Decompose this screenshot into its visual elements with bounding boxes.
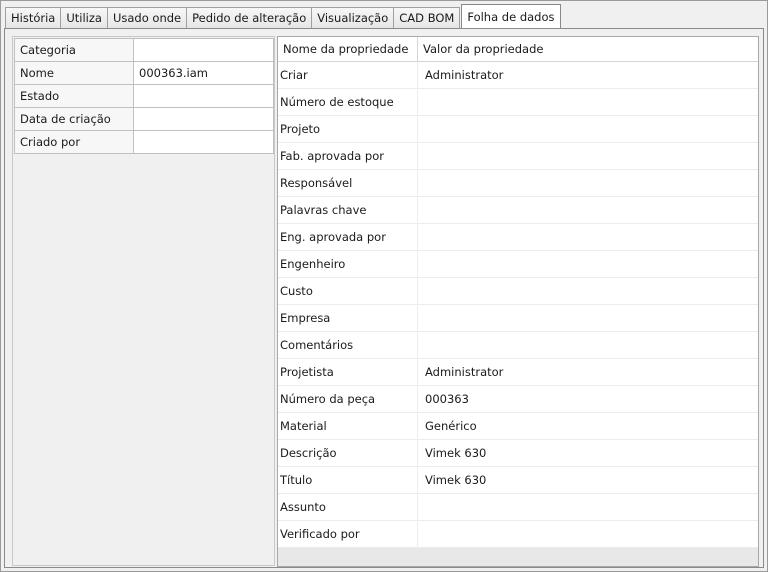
- tab-folha-de-dados[interactable]: Folha de dados: [461, 4, 561, 28]
- tab-bar: História Utiliza Usado onde Pedido de al…: [5, 4, 561, 28]
- property-value[interactable]: 000363: [418, 386, 758, 412]
- summary-key: Nome: [14, 61, 134, 85]
- property-value[interactable]: [418, 170, 758, 196]
- property-row[interactable]: Projetista Administrator: [278, 359, 758, 386]
- property-row[interactable]: Comentários: [278, 332, 758, 359]
- tab-historia[interactable]: História: [5, 7, 62, 28]
- property-name: Empresa: [278, 305, 418, 331]
- property-value[interactable]: Vimek 630: [418, 440, 758, 466]
- property-row[interactable]: Fab. aprovada por: [278, 143, 758, 170]
- summary-value[interactable]: 000363.iam: [133, 61, 274, 85]
- column-header-property-name[interactable]: Nome da propriedade: [278, 37, 418, 61]
- property-name: Projeto: [278, 116, 418, 142]
- property-name: Criar: [278, 62, 418, 88]
- summary-key: Data de criação: [14, 107, 134, 131]
- property-row[interactable]: Custo: [278, 278, 758, 305]
- properties-body: Criar Administrator Número de estoque Proje…: [278, 62, 758, 548]
- properties-grid: Nome da propriedade Valor da propriedade…: [277, 36, 759, 567]
- tab-pedido-de-alteracao[interactable]: Pedido de alteração: [186, 7, 313, 28]
- property-row[interactable]: Criar Administrator: [278, 62, 758, 89]
- property-row[interactable]: Título Vimek 630: [278, 467, 758, 494]
- property-name: Custo: [278, 278, 418, 304]
- tab-usado-onde[interactable]: Usado onde: [106, 7, 188, 28]
- property-row[interactable]: Projeto: [278, 116, 758, 143]
- property-value[interactable]: Genérico: [418, 413, 758, 439]
- property-value[interactable]: [418, 224, 758, 250]
- property-row[interactable]: Assunto: [278, 494, 758, 521]
- tab-panel-folha-de-dados: Categoria Nome 000363.iam Estado Data de…: [4, 28, 764, 568]
- property-row[interactable]: Eng. aprovada por: [278, 224, 758, 251]
- property-value[interactable]: [418, 278, 758, 304]
- property-row[interactable]: Empresa: [278, 305, 758, 332]
- property-name: Número de estoque: [278, 89, 418, 115]
- property-value[interactable]: [418, 521, 758, 547]
- property-name: Título: [278, 467, 418, 493]
- summary-row: Criado por: [14, 130, 274, 154]
- property-name: Fab. aprovada por: [278, 143, 418, 169]
- property-value[interactable]: [418, 305, 758, 331]
- property-value[interactable]: [418, 332, 758, 358]
- property-value[interactable]: [418, 89, 758, 115]
- summary-row: Estado: [14, 84, 274, 108]
- summary-row: Nome 000363.iam: [14, 61, 274, 85]
- property-value[interactable]: [418, 197, 758, 223]
- property-value[interactable]: [418, 116, 758, 142]
- property-name: Comentários: [278, 332, 418, 358]
- summary-row: Categoria: [14, 38, 274, 62]
- property-value[interactable]: [418, 494, 758, 520]
- summary-row: Data de criação: [14, 107, 274, 131]
- summary-value[interactable]: [133, 38, 274, 62]
- property-name: Verificado por: [278, 521, 418, 547]
- tab-visualizacao[interactable]: Visualização: [311, 7, 395, 28]
- property-row[interactable]: Material Genérico: [278, 413, 758, 440]
- property-name: Material: [278, 413, 418, 439]
- tab-utiliza[interactable]: Utiliza: [60, 7, 108, 28]
- property-value[interactable]: [418, 143, 758, 169]
- property-name: Descrição: [278, 440, 418, 466]
- property-row[interactable]: Palavras chave: [278, 197, 758, 224]
- property-row[interactable]: Responsável: [278, 170, 758, 197]
- property-name: Projetista: [278, 359, 418, 385]
- property-row[interactable]: Descrição Vimek 630: [278, 440, 758, 467]
- property-name: Responsável: [278, 170, 418, 196]
- property-value[interactable]: [418, 251, 758, 277]
- tab-cad-bom[interactable]: CAD BOM: [393, 7, 461, 28]
- summary-value[interactable]: [133, 130, 274, 154]
- summary-panel: Categoria Nome 000363.iam Estado Data de…: [12, 36, 275, 566]
- property-value[interactable]: Administrator: [418, 62, 758, 88]
- property-row[interactable]: Número de estoque: [278, 89, 758, 116]
- property-row[interactable]: Verificado por: [278, 521, 758, 548]
- property-name: Número da peça: [278, 386, 418, 412]
- property-name: Assunto: [278, 494, 418, 520]
- column-header-property-value[interactable]: Valor da propriedade: [418, 37, 758, 61]
- property-row[interactable]: Número da peça 000363: [278, 386, 758, 413]
- summary-table: Categoria Nome 000363.iam Estado Data de…: [14, 38, 274, 154]
- summary-key: Estado: [14, 84, 134, 108]
- property-value[interactable]: Administrator: [418, 359, 758, 385]
- property-name: Engenheiro: [278, 251, 418, 277]
- summary-value[interactable]: [133, 107, 274, 131]
- summary-value[interactable]: [133, 84, 274, 108]
- summary-key: Criado por: [14, 130, 134, 154]
- summary-key: Categoria: [14, 38, 134, 62]
- property-value[interactable]: Vimek 630: [418, 467, 758, 493]
- property-name: Eng. aprovada por: [278, 224, 418, 250]
- property-name: Palavras chave: [278, 197, 418, 223]
- property-row[interactable]: Engenheiro: [278, 251, 758, 278]
- properties-header: Nome da propriedade Valor da propriedade: [278, 37, 758, 62]
